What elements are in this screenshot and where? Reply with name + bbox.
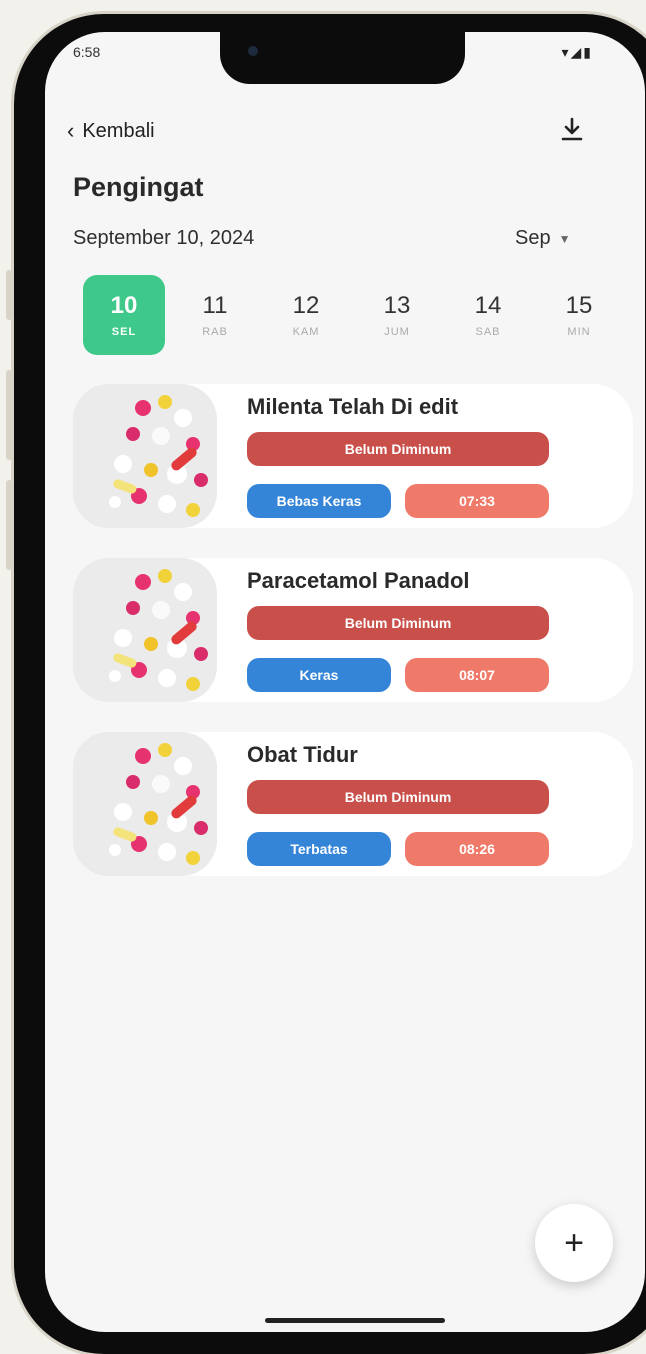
camera-notch bbox=[220, 32, 465, 84]
selected-date: September 10, 2024 bbox=[73, 227, 255, 249]
day-number: 15 bbox=[565, 292, 593, 319]
pills-image-icon bbox=[73, 558, 217, 702]
day-item-15[interactable]: 15 MIN bbox=[538, 275, 620, 355]
day-weekday: RAB bbox=[202, 326, 228, 338]
app-screen: 6:58 ▾◢▮ ‹ Kembali Pengingat September 1… bbox=[45, 32, 645, 1332]
pills-thumbnail bbox=[73, 558, 217, 702]
time-badge: 07:33 bbox=[405, 484, 549, 518]
download-icon[interactable] bbox=[559, 116, 585, 144]
status-badge[interactable]: Belum Diminum bbox=[247, 432, 549, 466]
medicine-name: Paracetamol Panadol bbox=[247, 568, 470, 593]
day-weekday: SAB bbox=[475, 326, 501, 338]
category-badge: Terbatas bbox=[247, 832, 391, 866]
home-indicator bbox=[265, 1318, 445, 1323]
add-reminder-button[interactable]: + bbox=[535, 1204, 613, 1282]
day-weekday: MIN bbox=[567, 326, 591, 338]
chevron-left-icon: ‹ bbox=[67, 118, 75, 143]
day-weekday: JUM bbox=[384, 326, 410, 338]
day-number: 13 bbox=[383, 292, 411, 319]
status-badge[interactable]: Belum Diminum bbox=[247, 606, 549, 640]
reminder-card[interactable]: Obat Tidur Belum Diminum Terbatas 08:26 bbox=[73, 732, 633, 876]
phone-side-button bbox=[6, 370, 12, 460]
status-badge[interactable]: Belum Diminum bbox=[247, 780, 549, 814]
day-item-14[interactable]: 14 SAB bbox=[447, 275, 529, 355]
page-title: Pengingat bbox=[73, 172, 204, 202]
status-icons: ▾◢▮ bbox=[561, 44, 593, 60]
caret-down-icon: ▼ bbox=[558, 231, 571, 246]
day-item-12[interactable]: 12 KAM bbox=[265, 275, 347, 355]
back-button[interactable]: ‹ Kembali bbox=[67, 118, 155, 144]
pills-image-icon bbox=[73, 732, 217, 876]
day-item-11[interactable]: 11 RAB bbox=[174, 275, 256, 355]
reminder-card[interactable]: Paracetamol Panadol Belum Diminum Keras … bbox=[73, 558, 633, 702]
phone-side-button bbox=[6, 480, 12, 570]
camera-icon bbox=[248, 46, 258, 56]
day-weekday: SEL bbox=[111, 326, 137, 338]
time-badge: 08:07 bbox=[405, 658, 549, 692]
category-badge: Keras bbox=[247, 658, 391, 692]
time-badge: 08:26 bbox=[405, 832, 549, 866]
medicine-name: Milenta Telah Di edit bbox=[247, 394, 459, 419]
day-item-13[interactable]: 13 JUM bbox=[356, 275, 438, 355]
pills-thumbnail bbox=[73, 732, 217, 876]
day-strip: 10 SEL 11 RAB 12 KAM 13 JUM 14 SAB 15 MI… bbox=[83, 275, 629, 355]
day-weekday: KAM bbox=[292, 326, 320, 338]
month-value: Sep bbox=[515, 227, 551, 249]
pills-image-icon bbox=[73, 384, 217, 528]
status-time: 6:58 bbox=[73, 44, 101, 60]
month-selector[interactable]: Sep ▼ bbox=[515, 227, 570, 250]
day-number: 11 bbox=[202, 292, 228, 319]
reminder-card[interactable]: Milenta Telah Di edit Belum Diminum Beba… bbox=[73, 384, 633, 528]
phone-side-button bbox=[6, 270, 12, 320]
category-badge: Bebas Keras bbox=[247, 484, 391, 518]
pills-thumbnail bbox=[73, 384, 217, 528]
day-number: 10 bbox=[110, 292, 138, 319]
back-label: Kembali bbox=[82, 119, 155, 142]
day-number: 12 bbox=[292, 292, 320, 319]
plus-icon: + bbox=[564, 1223, 584, 1262]
medicine-name: Obat Tidur bbox=[247, 742, 358, 767]
day-number: 14 bbox=[474, 292, 502, 319]
day-item-10[interactable]: 10 SEL bbox=[83, 275, 165, 355]
